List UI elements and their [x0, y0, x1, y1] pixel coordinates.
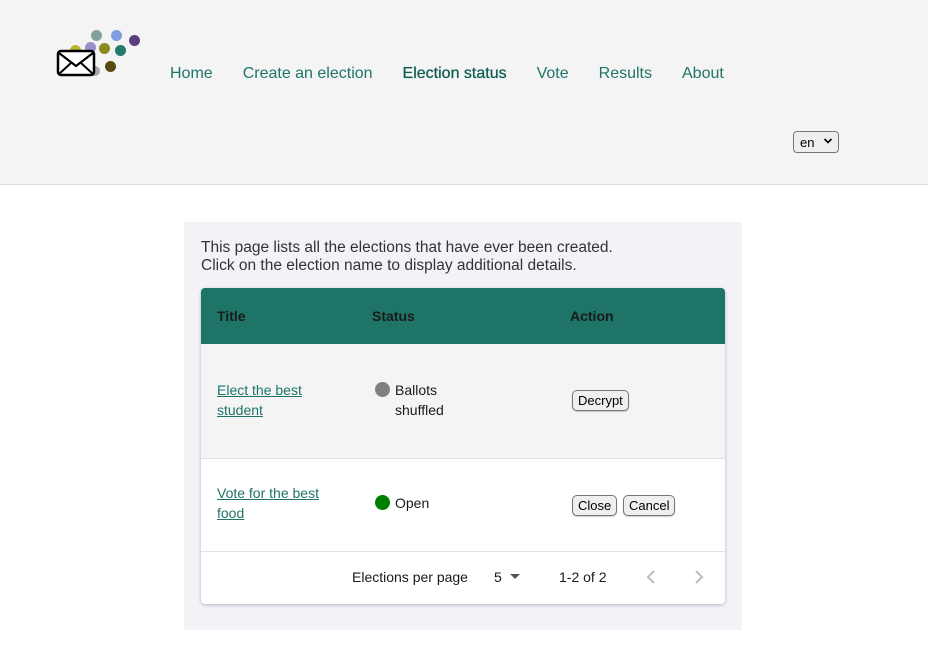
election-list-card: This page lists all the elections that h… [184, 222, 742, 630]
table-row: Vote for the best food Open Close Cancel [201, 459, 725, 552]
logo-dot [129, 35, 140, 46]
chevron-down-icon [823, 138, 833, 144]
status-text: Open [395, 495, 430, 511]
nav-results[interactable]: Results [599, 64, 652, 84]
nav-vote[interactable]: Vote [537, 64, 569, 84]
election-status: Open [375, 493, 465, 513]
election-status: Ballots shuffled [375, 380, 465, 420]
table-header: Title Status Action [201, 288, 725, 344]
logo-dot [115, 45, 126, 56]
chevron-left-icon[interactable] [644, 568, 658, 586]
elections-table: Title Status Action Elect the best stude… [201, 288, 725, 604]
language-select[interactable]: en [793, 131, 839, 153]
main-nav: Home Create an election Election status … [170, 64, 754, 84]
column-header-status: Status [372, 308, 415, 324]
nav-home[interactable]: Home [170, 64, 213, 84]
pagination-range: 1-2 of 2 [559, 569, 607, 585]
language-select-value: en [800, 134, 815, 150]
nav-about[interactable]: About [682, 64, 724, 84]
status-dot-icon [375, 495, 390, 510]
intro-line: This page lists all the elections that h… [201, 239, 613, 256]
table-row: Elect the best student Ballots shuffled … [201, 344, 725, 459]
intro-line: Click on the election name to display ad… [201, 256, 577, 274]
cancel-button[interactable]: Cancel [623, 495, 676, 516]
logo-dot [105, 61, 116, 72]
site-header: Home Create an election Election status … [0, 0, 928, 185]
chevron-right-icon[interactable] [692, 568, 706, 586]
site-logo[interactable] [56, 28, 146, 82]
nav-election-status[interactable]: Election status [403, 64, 507, 84]
envelope-icon [56, 49, 96, 77]
rows-per-page-label: Elections per page [352, 569, 468, 585]
column-header-title: Title [217, 308, 246, 324]
nav-create-election[interactable]: Create an election [243, 64, 373, 84]
column-header-action: Action [570, 308, 614, 324]
logo-dot [91, 30, 102, 41]
close-button[interactable]: Close [572, 495, 618, 516]
decrypt-button[interactable]: Decrypt [572, 390, 629, 411]
status-text: Ballots shuffled [395, 382, 444, 418]
rows-per-page-select[interactable]: 5 [494, 569, 502, 585]
status-dot-icon [375, 382, 390, 397]
table-pagination: Elections per page 5 1-2 of 2 [201, 552, 725, 604]
logo-dot [111, 30, 122, 41]
logo-dot [99, 43, 110, 54]
intro-text: This page lists all the elections that h… [201, 239, 613, 274]
election-title-link[interactable]: Vote for the best food [217, 483, 337, 523]
caret-down-icon[interactable] [510, 574, 520, 580]
election-title-link[interactable]: Elect the best student [217, 380, 337, 420]
